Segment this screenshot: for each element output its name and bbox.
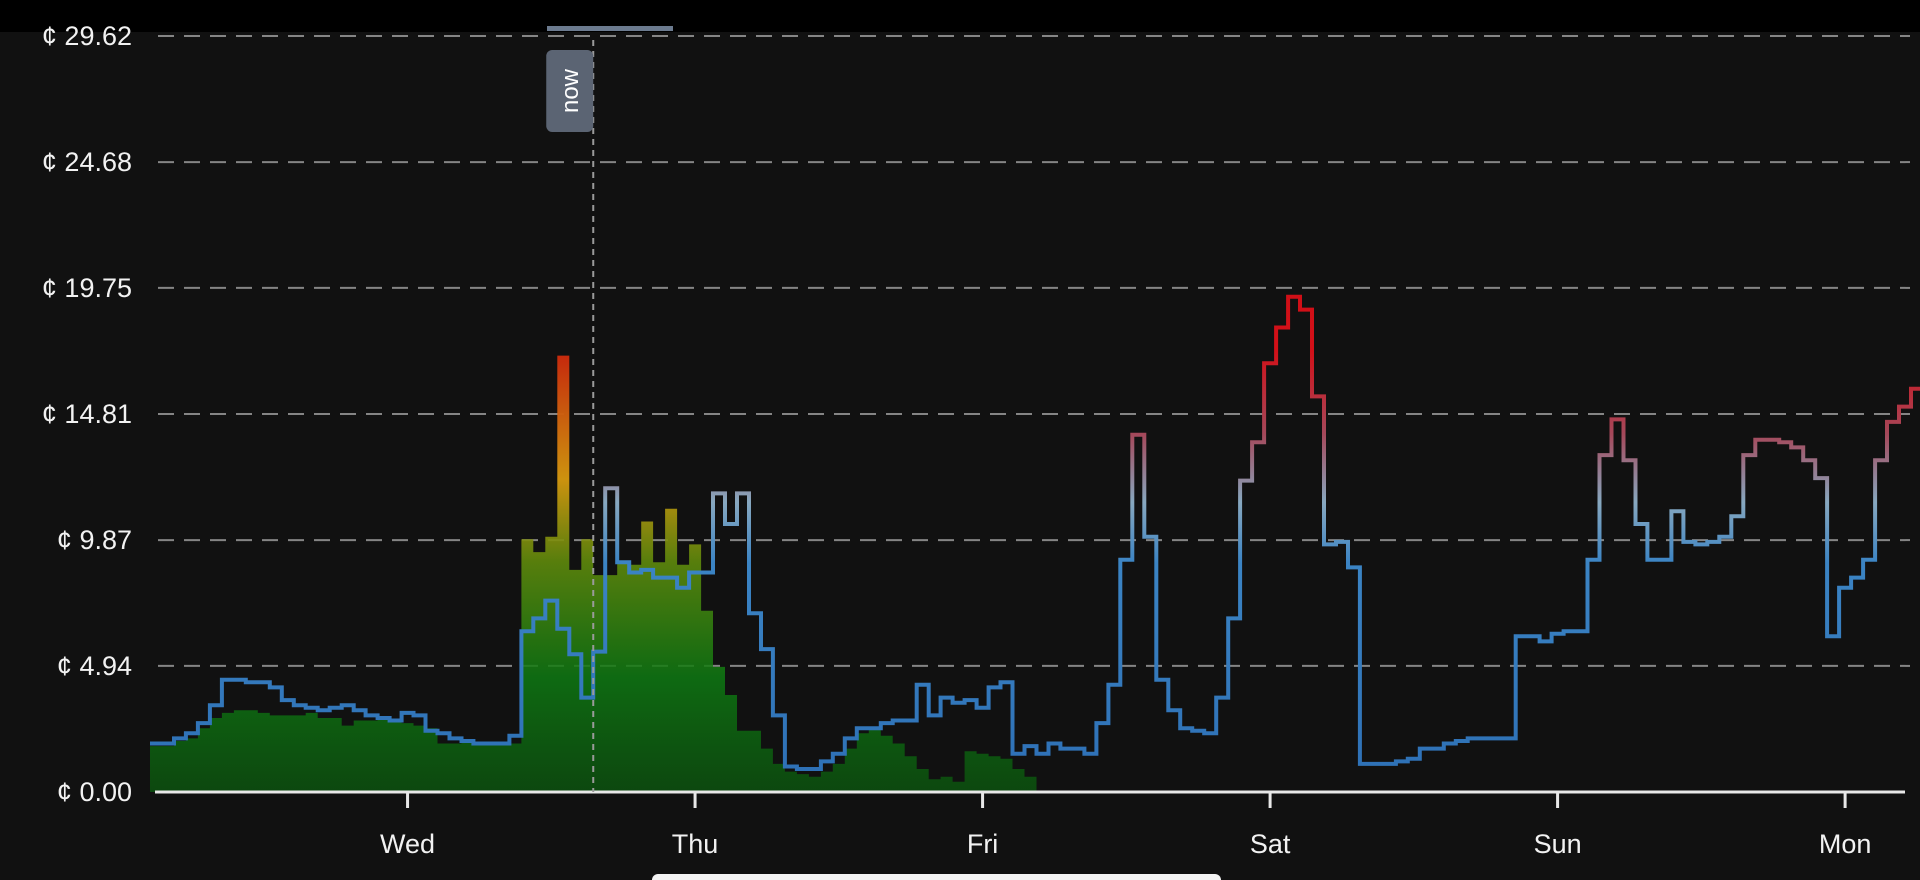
price-chart-plot[interactable]: ¢ 0.00 ¢ 4.94 ¢ 9.87 ¢ 14.81 ¢ 19.75 ¢ 24.68 ¢… xyxy=(0,0,1920,880)
bottom-drag-handle[interactable] xyxy=(652,874,1221,880)
y-tick-label: ¢ 29.62 xyxy=(42,21,132,51)
x-tick-label: Thu xyxy=(672,829,719,859)
y-tick-label: ¢ 14.81 xyxy=(42,399,132,429)
y-tick-label: ¢ 9.87 xyxy=(57,525,132,555)
x-tick-label: Sat xyxy=(1250,829,1291,859)
y-tick-label: ¢ 19.75 xyxy=(42,273,132,303)
x-tick-label: Fri xyxy=(967,829,998,859)
x-tick-label: Mon xyxy=(1819,829,1872,859)
y-tick-label: ¢ 4.94 xyxy=(57,651,132,681)
now-badge-label: now xyxy=(557,68,584,113)
x-tick-label: Sun xyxy=(1534,829,1582,859)
y-tick-label: ¢ 0.00 xyxy=(57,777,132,807)
now-range-indicator xyxy=(547,26,673,31)
y-tick-label: ¢ 24.68 xyxy=(42,147,132,177)
price-line xyxy=(150,294,1920,771)
price-chart: ¢ 0.00 ¢ 4.94 ¢ 9.87 ¢ 14.81 ¢ 19.75 ¢ 24.68 ¢… xyxy=(0,0,1920,880)
x-tick-label: Wed xyxy=(380,829,435,859)
